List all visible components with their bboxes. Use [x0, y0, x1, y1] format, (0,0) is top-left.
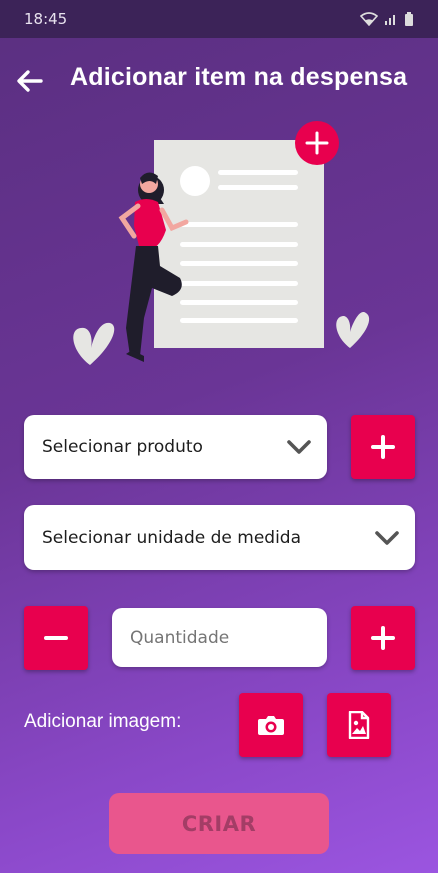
chevron-down-icon	[285, 433, 313, 461]
status-icons	[360, 12, 414, 26]
signal-icon	[385, 15, 395, 25]
quantity-field[interactable]	[112, 608, 327, 667]
page-title: Adicionar item na despensa	[70, 63, 408, 91]
gallery-button[interactable]	[327, 693, 391, 757]
unit-select-label: Selecionar unidade de medida	[42, 527, 302, 548]
battery-icon	[405, 12, 413, 26]
camera-icon	[258, 716, 284, 735]
create-button[interactable]: CRIAR	[109, 793, 329, 854]
minus-icon	[44, 636, 68, 640]
product-select-label: Selecionar produto	[42, 437, 203, 457]
back-button[interactable]	[14, 66, 44, 96]
status-time: 18:45	[24, 10, 68, 28]
add-product-button[interactable]	[351, 415, 415, 479]
plus-icon	[371, 435, 395, 459]
add-image-label: Adicionar imagem:	[24, 711, 182, 732]
back-arrow-icon	[17, 70, 43, 92]
wifi-icon	[360, 12, 378, 26]
chevron-down-icon	[373, 524, 401, 552]
unit-select[interactable]: Selecionar unidade de medida	[24, 505, 415, 570]
image-file-icon	[348, 711, 370, 739]
status-bar: 18:45	[0, 0, 438, 38]
pantry-illustration	[73, 121, 370, 365]
product-select[interactable]: Selecionar produto	[24, 415, 327, 479]
plus-icon	[371, 626, 395, 650]
increase-quantity-button[interactable]	[351, 606, 415, 670]
camera-button[interactable]	[239, 693, 303, 757]
app-bar: Adicionar item na despensa	[0, 38, 438, 124]
decrease-quantity-button[interactable]	[24, 606, 88, 670]
